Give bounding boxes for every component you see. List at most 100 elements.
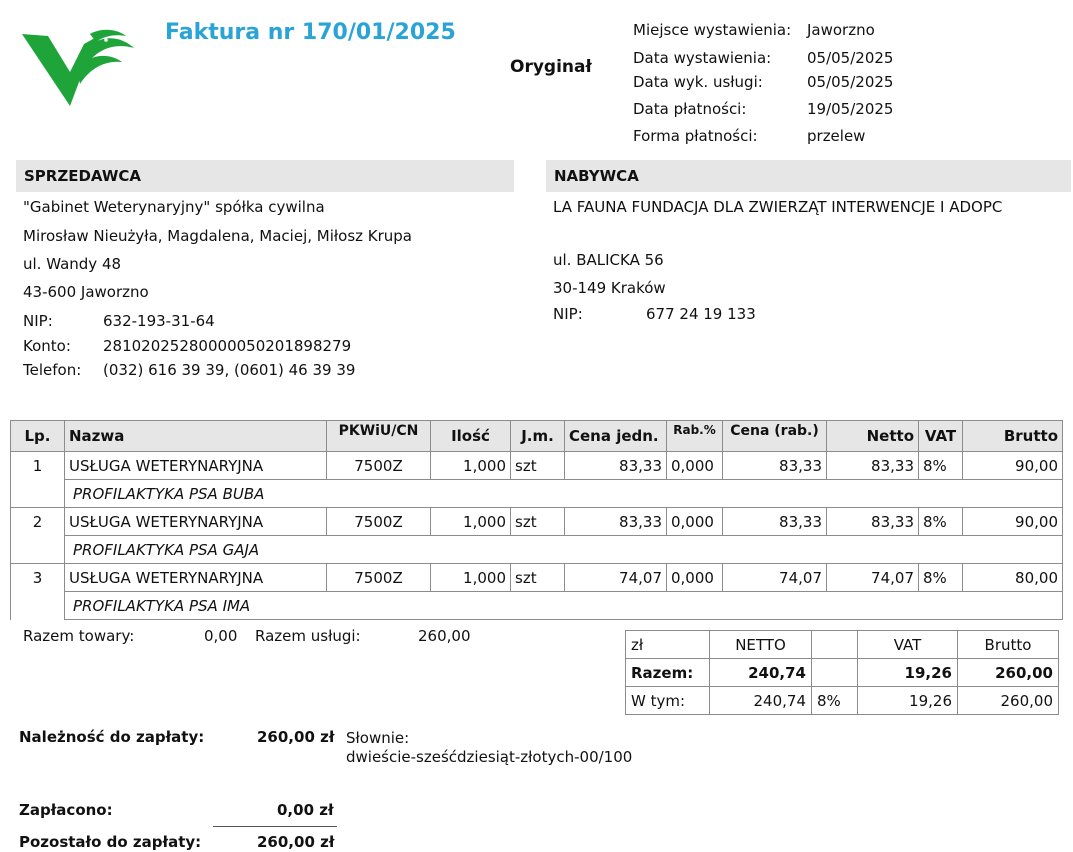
summary-h-gross: Brutto (957, 630, 1059, 659)
summary-total-empty (811, 658, 858, 687)
col-lp: Lp. (10, 420, 65, 452)
summary-header-row: zł NETTO VAT Brutto (625, 630, 1059, 659)
meta-service-date: Data wyk. usługi: 05/05/2025 (633, 73, 933, 95)
cell-vat: 8% (918, 451, 963, 480)
table-row-desc: PROFILAKTYKA PSA GAJA (11, 535, 1063, 564)
meta-value: przelew (807, 127, 866, 145)
summary-h-net: NETTO (709, 630, 812, 659)
cell-lp: 1 (10, 451, 65, 508)
seller-phone-label: Telefon: (23, 361, 82, 379)
cell-description: PROFILAKTYKA PSA GAJA (64, 535, 1063, 564)
cell-pkwiu: 7500Z (326, 507, 431, 536)
due-label: Należność do zapłaty: (19, 728, 205, 746)
col-vat: VAT (918, 420, 963, 452)
paid-value: 0,00 zł (277, 801, 334, 819)
cell-unit: szt (510, 563, 565, 592)
cell-qty: 1,000 (430, 451, 511, 480)
buyer-city: 30-149 Kraków (553, 279, 666, 297)
table-row: 3 USŁUGA WETERYNARYJNA 7500Z 1,000 szt 7… (10, 563, 1063, 620)
services-total-value: 260,00 (418, 627, 471, 645)
meta-payment-form: Forma płatności: przelew (633, 127, 933, 149)
cell-lp: 2 (10, 507, 65, 564)
table-row: 2 USŁUGA WETERYNARYJNA 7500Z 1,000 szt 8… (10, 507, 1063, 564)
col-price-discounted: Cena (rab.) (722, 420, 827, 452)
summary-incl-label: W tym: (625, 686, 710, 715)
meta-label: Forma płatności: (633, 127, 758, 145)
meta-place: Miejsce wystawienia: Jaworzno (633, 21, 933, 43)
summary-h-empty (811, 630, 858, 659)
cell-lp: 3 (10, 563, 65, 620)
summary-currency: zł (625, 630, 710, 659)
due-value: 260,00 zł (257, 728, 335, 746)
cell-price-discounted: 83,33 (722, 507, 827, 536)
cell-pkwiu: 7500Z (326, 451, 431, 480)
buyer-nip: 677 24 19 133 (646, 305, 756, 323)
buyer-nip-label: NIP: (553, 305, 583, 323)
meta-value: 05/05/2025 (807, 73, 894, 91)
cell-unit: szt (510, 507, 565, 536)
cell-description: PROFILAKTYKA PSA IMA (64, 591, 1063, 620)
meta-label: Data płatności: (633, 100, 747, 118)
cell-qty: 1,000 (430, 507, 511, 536)
cell-gross: 90,00 (962, 451, 1063, 480)
cell-name: USŁUGA WETERYNARYJNA (64, 563, 327, 592)
buyer-heading: NABYWCA (546, 160, 1071, 192)
meta-value: 19/05/2025 (807, 100, 894, 118)
cell-discount: 0,000 (666, 507, 723, 536)
seller-account-label: Konto: (23, 337, 71, 355)
col-pkwiu: PKWiU/CN (326, 420, 431, 452)
buyer-name: LA FAUNA FUNDACJA DLA ZWIERZĄT INTERWENC… (553, 198, 1003, 216)
cell-vat: 8% (918, 507, 963, 536)
remaining-value: 260,00 zł (257, 833, 335, 851)
cell-net: 83,33 (826, 451, 919, 480)
cell-vat: 8% (918, 563, 963, 592)
remaining-label: Pozostało do zapłaty: (19, 833, 202, 851)
cell-gross: 80,00 (962, 563, 1063, 592)
meta-payment-date: Data płatności: 19/05/2025 (633, 100, 933, 122)
words-value: dwieście-sześćdziesiąt-złotych-00/100 (346, 748, 633, 766)
services-total-label: Razem usługi: (255, 627, 361, 645)
seller-street: ul. Wandy 48 (23, 255, 122, 273)
summary-incl-gross: 260,00 (957, 686, 1059, 715)
col-discount: Rab.% (666, 420, 723, 452)
cell-net: 83,33 (826, 507, 919, 536)
seller-phone: (032) 616 39 39, (0601) 46 39 39 (103, 361, 356, 379)
cell-name: USŁUGA WETERYNARYJNA (64, 451, 327, 480)
summary-total-label: Razem: (625, 658, 710, 687)
cell-pkwiu: 7500Z (326, 563, 431, 592)
cell-price-discounted: 83,33 (722, 451, 827, 480)
cell-price: 83,33 (564, 451, 667, 480)
seller-account: 28102025280000050201898279 (103, 337, 352, 355)
table-row: 1 USŁUGA WETERYNARYJNA 7500Z 1,000 szt 8… (10, 451, 1063, 508)
col-price: Cena jedn. (564, 420, 667, 452)
col-gross: Brutto (962, 420, 1063, 452)
col-unit: J.m. (510, 420, 565, 452)
words-label: Słownie: (346, 729, 410, 747)
summary-total-vat: 19,26 (857, 658, 958, 687)
meta-label: Miejsce wystawienia: (633, 21, 792, 39)
buyer-street: ul. BALICKA 56 (553, 251, 664, 269)
cell-unit: szt (510, 451, 565, 480)
summary-total-row: Razem: 240,74 19,26 260,00 (625, 658, 1059, 687)
cell-price: 83,33 (564, 507, 667, 536)
seller-name: "Gabinet Weterynaryjny" spółka cywilna (23, 198, 325, 216)
seller-nip-label: NIP: (23, 312, 53, 330)
table-row-desc: PROFILAKTYKA PSA BUBA (11, 479, 1063, 508)
seller-heading: SPRZEDAWCA (16, 160, 514, 192)
cell-discount: 0,000 (666, 563, 723, 592)
vat-summary-table: zł NETTO VAT Brutto Razem: 240,74 19,26 … (625, 630, 1059, 715)
summary-total-net: 240,74 (709, 658, 812, 687)
summary-total-gross: 260,00 (957, 658, 1059, 687)
goods-total-value: 0,00 (204, 627, 238, 645)
meta-label: Data wystawienia: (633, 49, 772, 67)
summary-incl-row: W tym: 240,74 8% 19,26 260,00 (625, 686, 1059, 715)
paid-label: Zapłacono: (19, 801, 113, 819)
company-logo-icon (22, 29, 134, 106)
seller-nip: 632-193-31-64 (103, 312, 215, 330)
meta-value: 05/05/2025 (807, 49, 894, 67)
meta-issue-date: Data wystawienia: 05/05/2025 (633, 49, 933, 71)
cell-price-discounted: 74,07 (722, 563, 827, 592)
col-net: Netto (826, 420, 919, 452)
meta-label: Data wyk. usługi: (633, 73, 763, 91)
summary-incl-rate: 8% (811, 686, 858, 715)
